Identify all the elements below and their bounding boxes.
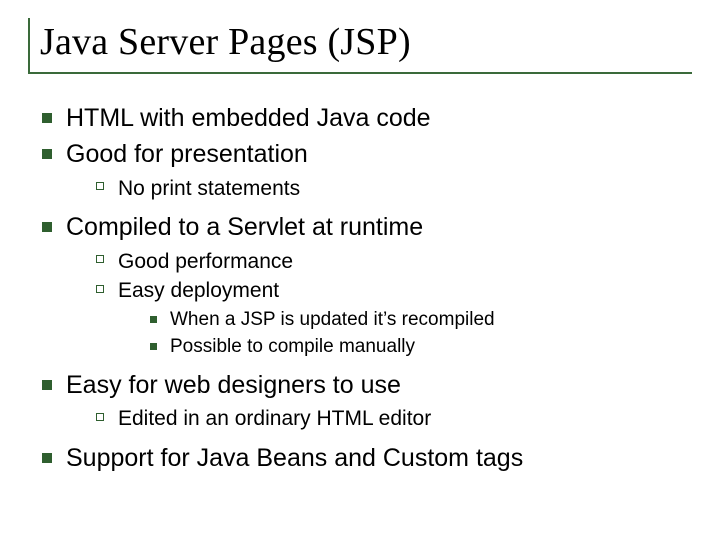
subsub-list: When a JSP is updated it’s recompiled Po… [118, 307, 692, 360]
slide-title: Java Server Pages (JSP) [40, 20, 692, 64]
sub-list: Edited in an ordinary HTML editor [66, 404, 692, 433]
bullet-text: Compiled to a Servlet at runtime [66, 213, 423, 241]
bullet-text: Good for presentation [66, 140, 308, 168]
sub-item: No print statements [118, 174, 692, 203]
bullet-item: HTML with embedded Java code [66, 102, 692, 136]
sub-item: Good performance [118, 247, 692, 276]
sub-list: Good performance Easy deployment When a … [66, 247, 692, 361]
sub-list: No print statements [66, 174, 692, 203]
title-rule: Java Server Pages (JSP) [28, 18, 692, 74]
sub-text: Easy deployment [118, 279, 279, 302]
subsub-item: Possible to compile manually [170, 334, 692, 361]
subsub-item: When a JSP is updated it’s recompiled [170, 307, 692, 334]
sub-item: Edited in an ordinary HTML editor [118, 404, 692, 433]
bullet-item: Good for presentation No print statement… [66, 138, 692, 203]
bullet-item: Support for Java Beans and Custom tags [66, 442, 692, 476]
bullet-list: HTML with embedded Java code Good for pr… [28, 102, 692, 476]
bullet-item: Easy for web designers to use Edited in … [66, 369, 692, 434]
slide: Java Server Pages (JSP) HTML with embedd… [0, 0, 720, 540]
bullet-item: Compiled to a Servlet at runtime Good pe… [66, 211, 692, 361]
sub-item: Easy deployment When a JSP is updated it… [118, 276, 692, 361]
bullet-text: Easy for web designers to use [66, 371, 401, 399]
